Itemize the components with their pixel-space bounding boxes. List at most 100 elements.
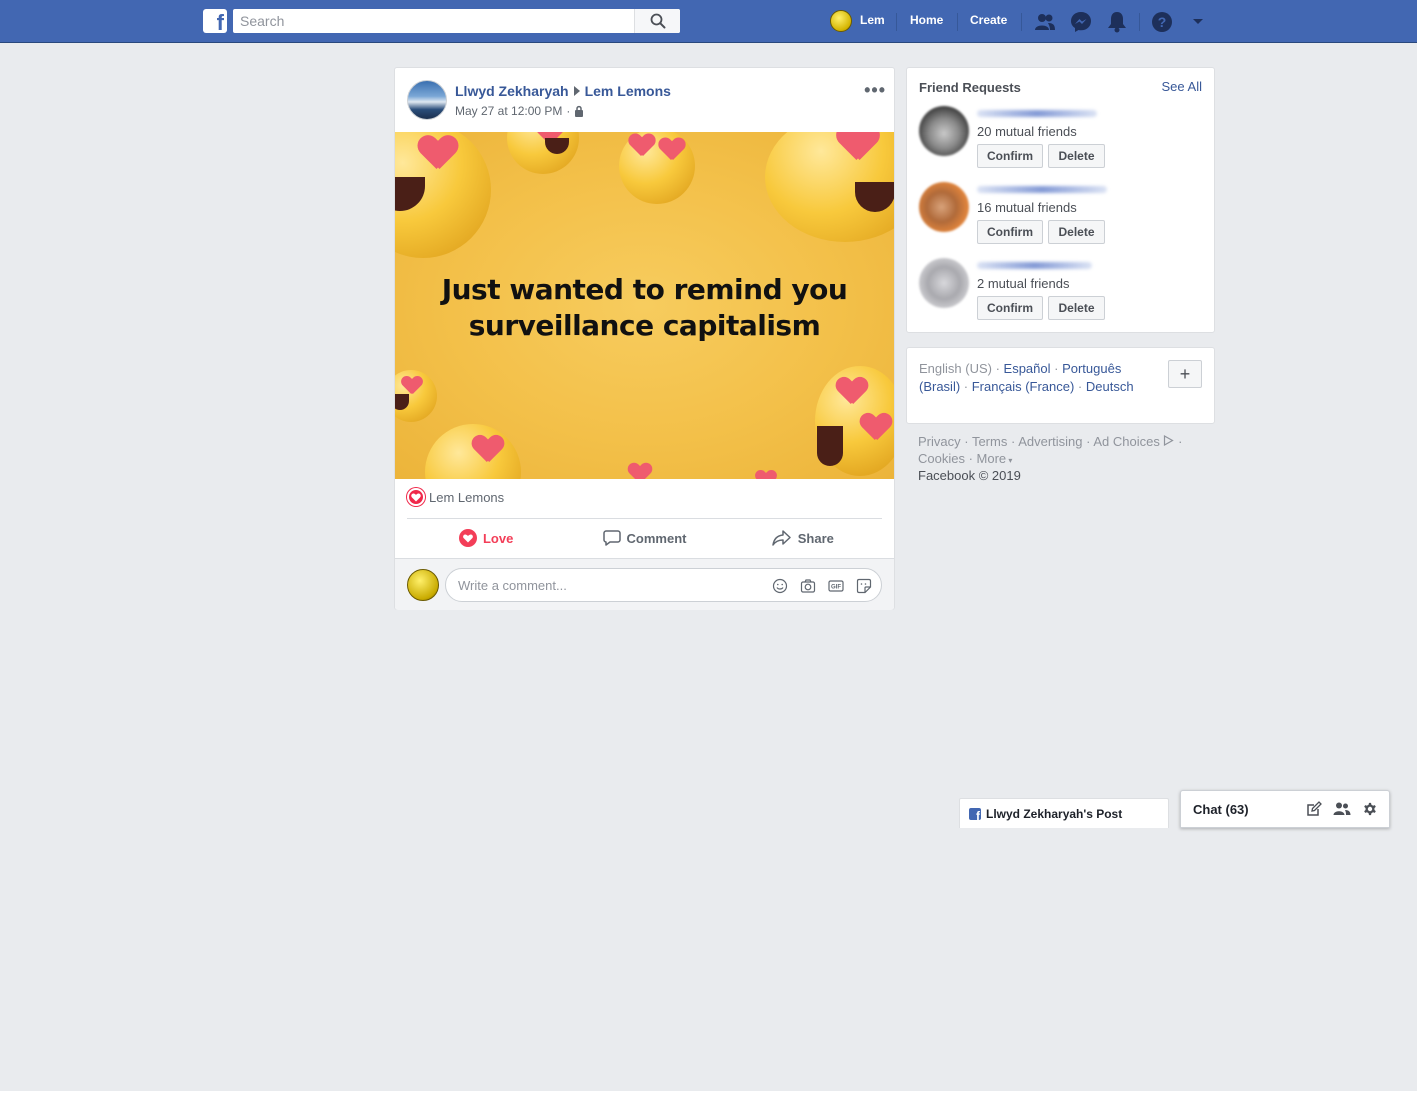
mutual-friends-count[interactable]: 16 mutual friends [977,200,1077,215]
nav-divider [1139,13,1140,31]
delete-button[interactable]: Delete [1048,296,1105,320]
ad-choices-icon[interactable] [1163,434,1175,447]
heart-eyes-emoji-icon [395,370,437,422]
compose-message-icon[interactable] [1305,800,1323,818]
cookies-link[interactable]: Cookies [918,451,965,466]
comment-bubble-icon [602,530,621,546]
facebook-logo-icon[interactable]: f [203,9,227,33]
heart-eyes-emoji-icon [815,366,894,476]
requester-avatar[interactable] [919,182,969,232]
comment-button[interactable]: Comment [565,520,723,556]
sticker-icon[interactable] [855,577,873,595]
comment-input[interactable] [458,569,758,601]
see-all-link[interactable]: See All [1162,79,1202,94]
chat-settings-gear-icon[interactable] [1361,800,1379,818]
friend-requests-title: Friend Requests [919,80,1021,95]
nav-divider [1021,13,1022,31]
camera-icon[interactable] [799,577,817,595]
commenter-avatar[interactable] [407,569,439,601]
post-chat-tab[interactable]: Llwyd Zekharyah's Post [959,798,1169,828]
friend-requests-panel: Friend Requests See All 20 mutual friend… [906,67,1215,333]
post-card: Llwyd Zekharyah Lem Lemons May 27 at 12:… [394,67,895,610]
post-tab-label: Llwyd Zekharyah's Post [986,806,1123,821]
comment-box: GIF [445,568,882,602]
requester-name-redacted[interactable] [977,262,1092,269]
requester-avatar[interactable] [919,106,969,156]
lock-icon[interactable] [574,105,584,117]
heart-eyes-emoji-icon [765,132,894,242]
nav-home-link[interactable]: Home [910,13,943,27]
nav-divider [896,13,897,31]
friend-request-item: 2 mutual friends Confirm Delete [919,258,1204,324]
requester-name-redacted[interactable] [977,110,1097,117]
small-heart-icon [756,470,777,479]
comment-label: Comment [626,530,687,546]
advertising-link[interactable]: Advertising [1018,434,1082,449]
language-link-espanol[interactable]: Español [1004,361,1051,376]
share-button[interactable]: Share [724,520,882,556]
small-heart-icon [628,463,651,479]
svg-text:?: ? [1158,14,1167,30]
svg-text:GIF: GIF [831,585,841,591]
privacy-link[interactable]: Privacy [918,434,961,449]
help-question-icon[interactable]: ? [1150,10,1174,34]
mutual-friends-count[interactable]: 2 mutual friends [977,276,1070,291]
heart-eyes-emoji-icon [619,132,695,204]
post-options-more-icon[interactable]: ••• [864,80,886,101]
post-header-names: Llwyd Zekharyah Lem Lemons [455,83,671,99]
heart-eyes-emoji-icon [507,132,579,174]
post-image-text: Just wanted to remind you surveillance c… [395,272,894,344]
search-input[interactable] [233,9,635,33]
post-image-text-line2: surveillance capitalism [468,309,821,342]
search-icon [650,13,665,29]
search-bar [233,9,680,33]
friend-request-item: 20 mutual friends Confirm Delete [919,106,1204,172]
confirm-button[interactable]: Confirm [977,220,1043,244]
comment-composer: GIF [395,558,894,610]
nav-user-name[interactable]: Lem [860,13,885,27]
delete-button[interactable]: Delete [1048,144,1105,168]
post-image-text-line1: Just wanted to remind you [441,273,848,306]
language-link-francais[interactable]: Français (France) [972,379,1075,394]
author-avatar[interactable] [407,80,447,120]
reaction-summary[interactable]: Lem Lemons [407,488,504,506]
post-meta: May 27 at 12:00 PM · [455,104,584,118]
delete-button[interactable]: Delete [1048,220,1105,244]
confirm-button[interactable]: Confirm [977,296,1043,320]
caret-down-icon[interactable]: ▾ [1006,456,1012,465]
love-button[interactable]: Love [407,520,565,556]
new-group-icon[interactable] [1333,800,1351,818]
top-bar: f Lem Home Create ? [0,0,1417,43]
facebook-mini-icon [969,807,981,820]
post-author-link[interactable]: Llwyd Zekharyah [455,83,569,99]
gif-icon[interactable]: GIF [827,577,845,595]
chat-tab[interactable]: Chat (63) [1180,790,1390,828]
emoji-smiley-icon[interactable] [771,577,789,595]
nav-divider [957,13,958,31]
post-recipient-link[interactable]: Lem Lemons [585,83,671,99]
mutual-friends-count[interactable]: 20 mutual friends [977,124,1077,139]
user-avatar[interactable] [830,10,852,32]
reactor-name[interactable]: Lem Lemons [429,490,504,505]
requester-name-redacted[interactable] [977,186,1107,193]
search-button[interactable] [634,9,680,33]
confirm-button[interactable]: Confirm [977,144,1043,168]
more-link[interactable]: More [977,451,1007,466]
account-menu-dropdown-icon[interactable] [1186,10,1210,34]
terms-link[interactable]: Terms [972,434,1007,449]
friend-requests-icon[interactable] [1033,10,1057,34]
messenger-icon[interactable] [1069,10,1093,34]
language-link-deutsch[interactable]: Deutsch [1086,379,1134,394]
friend-request-item: 16 mutual friends Confirm Delete [919,182,1204,248]
chat-label: Chat (63) [1193,802,1249,817]
heart-eyes-emoji-icon [395,132,491,258]
language-panel: English (US) · Español · Português (Bras… [906,347,1215,424]
nav-create-link[interactable]: Create [970,13,1007,27]
requester-avatar[interactable] [919,258,969,308]
add-language-button[interactable]: + [1168,360,1202,388]
ad-choices-link[interactable]: Ad Choices [1093,434,1159,449]
post-timestamp[interactable]: May 27 at 12:00 PM [455,104,562,118]
notifications-bell-icon[interactable] [1105,10,1129,34]
share-label: Share [797,530,834,546]
post-image[interactable]: Just wanted to remind you surveillance c… [395,132,894,479]
